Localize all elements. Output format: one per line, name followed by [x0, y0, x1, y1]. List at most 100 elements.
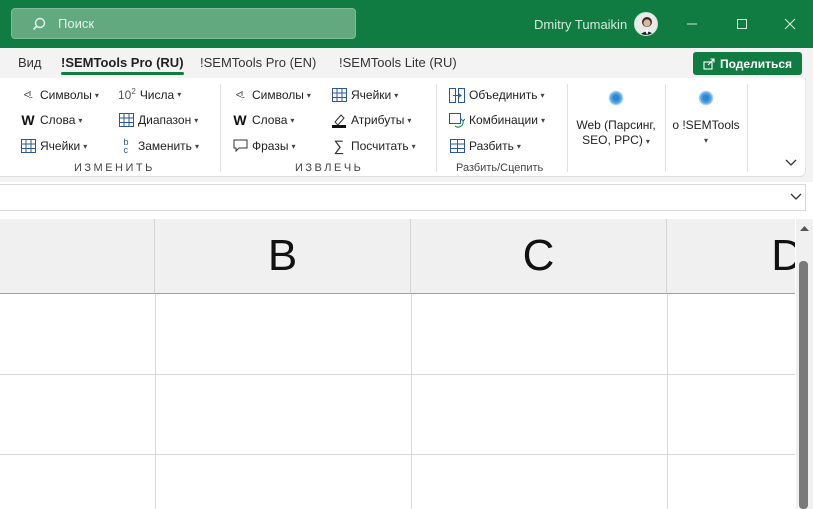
izmenit-zamenit-button[interactable]: bc Заменить ▾ [118, 137, 199, 155]
izvlech-frazy-label: Фразы [252, 139, 289, 153]
search-icon [32, 17, 46, 30]
spreadsheet-grid[interactable]: B C D [0, 219, 795, 509]
chevron-down-icon: ▾ [291, 141, 296, 151]
izvlech-atributy-label: Атрибуты [351, 113, 405, 127]
tab-semtools-pro-en[interactable]: !SEMTools Pro (EN) [200, 55, 316, 70]
about-button[interactable]: о !SEMTools ▾ [670, 90, 742, 148]
izvlech-atributy-button[interactable]: Атрибуты ▾ [331, 112, 411, 128]
izvlech-simvoly-label: Символы [252, 88, 304, 102]
izmenit-yacheyki-label: Ячейки [40, 139, 81, 153]
tab-view[interactable]: Вид [18, 55, 42, 70]
izmenit-slova-button[interactable]: W Слова ▾ [20, 112, 82, 128]
minimize-button[interactable] [680, 12, 704, 36]
izvlech-yacheyki-label: Ячейки [351, 88, 392, 102]
group-label-razbit: Разбить/Сцепить [456, 162, 544, 174]
vertical-scrollbar[interactable] [796, 219, 813, 509]
numbers-icon: 102 [118, 87, 136, 102]
formula-bar[interactable] [0, 184, 806, 211]
izmenit-simvoly-label: Символы [40, 88, 92, 102]
izmenit-yacheyki-button[interactable]: Ячейки ▾ [20, 138, 87, 154]
symbols-icon: <!. [23, 89, 33, 101]
izvlech-frazy-button[interactable]: Фразы ▾ [232, 138, 295, 154]
izmenit-zamenit-label: Заменить [138, 139, 192, 153]
chevron-down-icon: ▾ [540, 90, 545, 100]
attributes-icon [331, 112, 347, 128]
obedinit-label: Объединить [469, 88, 538, 102]
izvlech-simvoly-button[interactable]: <!. Символы ▾ [232, 87, 311, 103]
izmenit-chisla-label: Числа [139, 87, 175, 102]
cells-icon [20, 138, 36, 154]
chevron-down-icon: ▾ [83, 141, 88, 151]
column-header-c[interactable]: C [411, 219, 667, 294]
izvlech-slova-label: Слова [252, 113, 288, 127]
globe-icon [608, 90, 624, 106]
numbers-icon-base: 10 [118, 88, 132, 102]
close-button[interactable] [778, 12, 802, 36]
izmenit-diapazon-label: Диапазон [138, 113, 192, 127]
cells-icon [331, 87, 347, 103]
izmenit-diapazon-button[interactable]: Диапазон ▾ [118, 112, 198, 128]
search-box[interactable]: Поиск [11, 8, 356, 39]
close-icon [784, 18, 796, 30]
title-bar: Поиск Dmitry Tumaikin [0, 0, 813, 48]
chevron-down-icon: ▾ [177, 90, 182, 99]
share-button[interactable]: Поделиться [693, 52, 802, 75]
phrases-icon [232, 138, 248, 154]
ribbon-separator [665, 84, 666, 172]
formula-expand-button[interactable] [790, 191, 802, 205]
chevron-down-icon: ▾ [194, 115, 199, 125]
combinations-icon [449, 112, 465, 128]
range-icon [118, 112, 134, 128]
ribbon-tabs: Вид !SEMTools Pro (RU) !SEMTools Pro (EN… [0, 48, 813, 78]
izmenit-slova-label: Слова [40, 113, 76, 127]
razbit-button[interactable]: Разбить ▾ [449, 138, 521, 154]
globe-icon [698, 90, 714, 106]
chevron-down-icon: ▾ [306, 90, 311, 100]
chevron-down-icon: ▾ [516, 141, 521, 151]
group-label-izmenit: ИЗМЕНИТЬ [74, 162, 155, 174]
chevron-down-icon: ▾ [194, 141, 199, 151]
kombinacii-button[interactable]: Комбинации ▾ [449, 112, 545, 128]
column-header-b[interactable]: B [155, 219, 411, 294]
grid-line [0, 454, 795, 455]
grid-line [411, 294, 412, 509]
maximize-button[interactable] [730, 12, 754, 36]
word-icon: W [21, 112, 35, 128]
ribbon-separator [747, 84, 748, 172]
numbers-icon-exp: 2 [131, 87, 136, 96]
chevron-down-icon: ▾ [540, 115, 545, 125]
split-icon [449, 138, 465, 154]
chevron-down-icon [790, 193, 802, 200]
chevron-down-icon: ▾ [290, 115, 295, 125]
maximize-icon [737, 19, 747, 29]
grid-line [155, 294, 156, 509]
ribbon-expand-button[interactable] [785, 157, 797, 171]
user-name: Dmitry Tumaikin [534, 17, 628, 32]
column-header-d[interactable]: D [667, 219, 795, 294]
ribbon-separator [436, 84, 437, 172]
chevron-down-icon: ▾ [407, 115, 412, 125]
chevron-down-icon [785, 159, 797, 166]
web-button[interactable]: Web (Парсинг, SEO, PPC) ▾ [572, 90, 660, 149]
word-icon: W [233, 112, 247, 128]
sum-icon: ∑ [333, 137, 345, 155]
izmenit-simvoly-button[interactable]: <!. Символы ▾ [20, 87, 99, 103]
tab-semtools-pro-ru[interactable]: !SEMTools Pro (RU) [61, 55, 184, 75]
izmenit-chisla-button[interactable]: 102 Числа ▾ [118, 87, 181, 102]
scroll-up-icon [800, 226, 809, 231]
tab-semtools-lite-ru[interactable]: !SEMTools Lite (RU) [339, 55, 457, 70]
izvlech-poschitat-button[interactable]: ∑ Посчитать ▾ [331, 137, 416, 155]
column-header-a[interactable] [0, 219, 155, 294]
web-label-line2: SEO, PPC) [582, 133, 643, 147]
group-label-izvlech: ИЗВЛЕЧЬ [295, 162, 364, 174]
chevron-down-icon: ▾ [94, 90, 99, 100]
avatar[interactable] [634, 12, 658, 36]
about-label: о !SEMTools [672, 118, 740, 132]
replace-icon: bc [123, 137, 129, 155]
symbols-icon: <!. [235, 89, 245, 101]
ribbon-separator [567, 84, 568, 172]
izvlech-yacheyki-button[interactable]: Ячейки ▾ [331, 87, 398, 103]
izvlech-slova-button[interactable]: W Слова ▾ [232, 112, 294, 128]
obedinit-button[interactable]: Объединить ▾ [449, 87, 545, 103]
scrollbar-thumb[interactable] [799, 261, 808, 509]
